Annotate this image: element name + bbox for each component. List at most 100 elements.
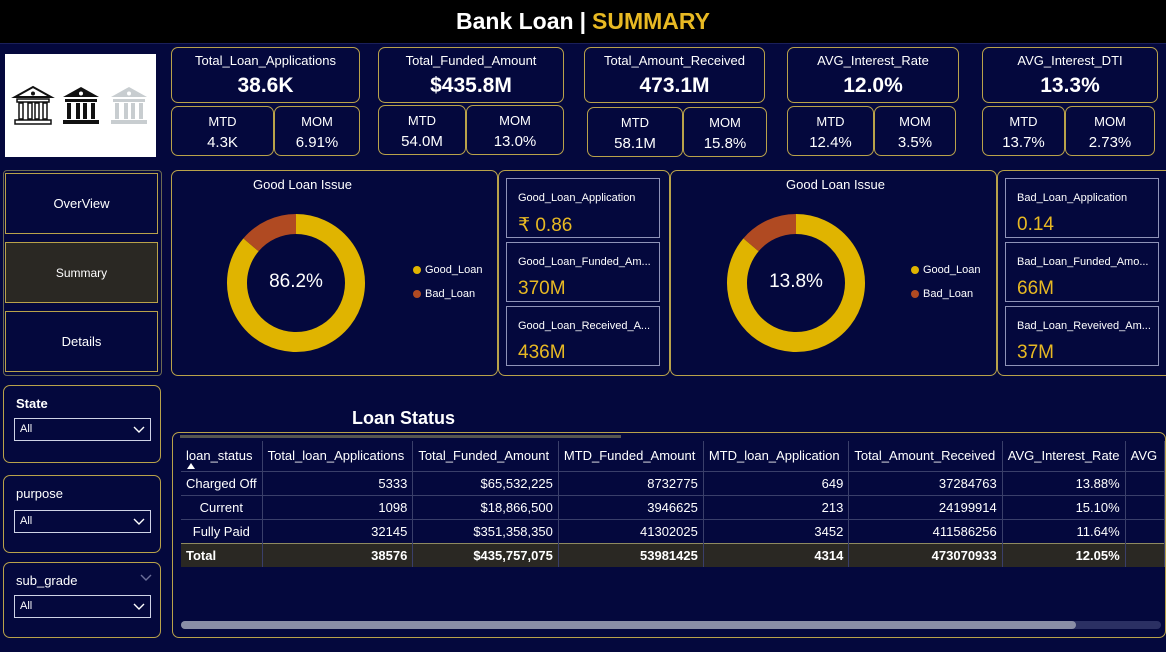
dashboard: Bank Loan | SUMMARY Total_Loan_Applicati…	[0, 0, 1166, 652]
title-bar: Bank Loan | SUMMARY	[0, 0, 1166, 44]
table-cell: 8732775	[558, 470, 704, 495]
kpi-total-funded-amount: Total_Funded_Amount $435.8M	[378, 47, 564, 103]
stat-value: ₹ 0.86	[518, 215, 573, 236]
dropdown-value: All	[20, 600, 33, 612]
legend-good-loan: Good_Loan	[413, 264, 483, 276]
mom-label: MOM	[499, 113, 531, 128]
mom-value: 13.0%	[493, 133, 537, 150]
table-cell: 3452	[703, 518, 850, 543]
state-dropdown[interactable]: All	[14, 418, 151, 441]
table-cell: $65,532,225	[412, 470, 559, 495]
table-cell: Charged Off	[181, 470, 263, 495]
table-row[interactable]: Charged Off 5333 $65,532,225 8732775 649…	[181, 470, 1165, 495]
kpi-avg-interest-dti: AVG_Interest_DTI 13.3%	[982, 47, 1158, 103]
sort-ascending-icon	[187, 463, 195, 469]
kpi-mtd: MTD 12.4%	[787, 106, 874, 156]
table-cell: 1098	[262, 494, 414, 519]
table-cell: 5333	[262, 470, 414, 495]
kpi-value: $435.8M	[430, 74, 512, 97]
mom-label: MOM	[1094, 114, 1126, 129]
nav-details-button[interactable]: Details	[5, 311, 158, 372]
title-underline	[180, 435, 621, 438]
nav-overview-button[interactable]: OverView	[5, 173, 158, 234]
legend-dot	[911, 266, 919, 274]
stat-value: 436M	[518, 342, 566, 363]
legend-dot	[911, 290, 919, 298]
mom-value: 3.5%	[897, 134, 933, 151]
table-cell: 41302025	[558, 518, 704, 543]
stat-label: Bad_Loan_Funded_Amo...	[1017, 256, 1149, 268]
loan-status-table: loan_status Total_loan_Applications Tota…	[181, 441, 1165, 567]
stat-label: Good_Loan_Application	[518, 192, 636, 204]
donut-center-value: 86.2%	[269, 271, 323, 292]
dropdown-value: All	[20, 423, 33, 435]
nav-summary-button[interactable]: Summary	[5, 242, 158, 303]
bank-outline-icon	[10, 85, 55, 125]
bad-loan-slice[interactable]	[243, 214, 297, 252]
state-slicer: State All	[3, 385, 161, 463]
table-total-row: Total 38576 $435,757,075 53981425 4314 4…	[181, 542, 1165, 567]
bank-logo	[5, 54, 156, 157]
good-loan-funded-card: Good_Loan_Funded_Am... 370M	[506, 242, 660, 302]
table-cell: 473070933	[848, 542, 1003, 567]
kpi-mtd: MTD 4.3K	[171, 106, 274, 156]
mtd-label: MTD	[208, 114, 237, 129]
bad-loan-slice[interactable]	[743, 214, 797, 252]
legend-label: Good_Loan	[425, 264, 483, 276]
stat-value: 66M	[1017, 278, 1054, 299]
legend-label: Bad_Loan	[923, 288, 974, 300]
legend-label: Bad_Loan	[425, 288, 476, 300]
donut-title: Good Loan Issue	[252, 177, 353, 192]
kpi-value: 13.3%	[1040, 74, 1100, 97]
table-cell	[1125, 518, 1165, 543]
collapse-chevron-icon[interactable]	[140, 573, 152, 581]
legend-dot	[413, 290, 421, 298]
sub-grade-slicer: sub_grade All	[3, 562, 161, 638]
table-cell: 213	[703, 494, 850, 519]
bad-loan-funded-card: Bad_Loan_Funded_Amo... 66M	[1005, 242, 1159, 302]
table-cell: 4314	[703, 542, 850, 567]
table-cell: 649	[703, 470, 850, 495]
loan-status-table-visual: loan_status Total_loan_Applications Tota…	[172, 432, 1166, 638]
mom-label: MOM	[301, 114, 333, 129]
kpi-value: 38.6K	[237, 74, 294, 97]
kpi-avg-interest-rate: AVG_Interest_Rate 12.0%	[787, 47, 959, 103]
table-header-row: loan_status Total_loan_Applications Tota…	[181, 441, 1165, 471]
table-row[interactable]: Fully Paid 32145 $351,358,350 41302025 3…	[181, 518, 1165, 543]
purpose-slicer: purpose All	[3, 475, 161, 553]
table-cell: 3946625	[558, 494, 704, 519]
bank-solid-icon	[62, 86, 99, 124]
column-header[interactable]: loan_status	[181, 441, 263, 471]
kpi-total-amount-received: Total_Amount_Received 473.1M	[584, 47, 765, 103]
scrollbar-thumb[interactable]	[181, 621, 1076, 629]
mtd-label: MTD	[407, 113, 437, 128]
column-header[interactable]: MTD_Funded_Amount	[558, 441, 704, 471]
legend-bad-loan: Bad_Loan	[911, 288, 973, 300]
sub-grade-dropdown[interactable]: All	[14, 595, 151, 618]
table-cell: 32145	[262, 518, 414, 543]
column-header[interactable]: AVG_Interest_Rate	[1002, 441, 1126, 471]
table-row[interactable]: Current 1098 $18,866,500 3946625 213 241…	[181, 494, 1165, 519]
good-loan-stats-panel: Good_Loan_Application ₹ 0.86 Good_Loan_F…	[498, 170, 670, 376]
horizontal-scrollbar[interactable]	[181, 621, 1161, 629]
column-header[interactable]: Total_Funded_Amount	[412, 441, 559, 471]
column-header-label: loan_status	[186, 448, 253, 464]
column-header[interactable]: MTD_loan_Application	[703, 441, 850, 471]
mom-label: MOM	[709, 115, 741, 130]
mtd-label: MTD	[816, 114, 845, 129]
kpi-label: Total_Loan_Applications	[195, 53, 336, 68]
donut-center-value: 13.8%	[769, 271, 823, 292]
chevron-down-icon	[133, 426, 145, 433]
stat-value: 37M	[1017, 342, 1054, 363]
dropdown-value: All	[20, 515, 33, 527]
bad-loan-donut-panel: Good Loan Issue 13.8% Good_Loan Bad_Loan	[670, 170, 997, 376]
mtd-value: 54.0M	[401, 133, 443, 150]
mtd-value: 12.4%	[809, 134, 852, 151]
table-cell: 411586256	[848, 518, 1003, 543]
column-header[interactable]: AVG	[1125, 441, 1165, 471]
purpose-dropdown[interactable]: All	[14, 510, 151, 533]
stat-value: 370M	[518, 278, 566, 299]
page-subtitle: SUMMARY	[592, 8, 710, 34]
column-header[interactable]: Total_Amount_Received	[848, 441, 1003, 471]
column-header[interactable]: Total_loan_Applications	[262, 441, 414, 471]
